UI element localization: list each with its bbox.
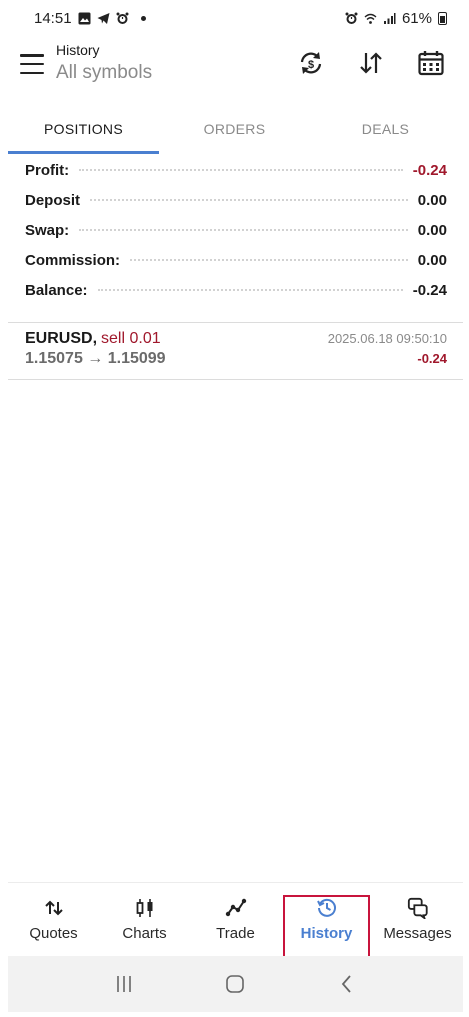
- summary-panel: Profit: -0.24 Deposit 0.00 Swap: 0.00 Co…: [25, 162, 447, 312]
- signal-icon: [383, 12, 396, 24]
- summary-row-deposit: Deposit 0.00: [25, 192, 447, 222]
- hamburger-icon: [20, 54, 44, 57]
- home-button[interactable]: [215, 964, 255, 1004]
- svg-text:$: $: [308, 59, 314, 71]
- deal-row[interactable]: EURUSD, sell 0.01 2025.06.18 09:50:10 1.1…: [25, 330, 447, 374]
- alarm-icon: [116, 12, 129, 24]
- nav-label: Charts: [122, 925, 167, 942]
- tab-orders[interactable]: ORDERS: [159, 104, 310, 154]
- summary-row-profit: Profit: -0.24: [25, 162, 447, 192]
- nav-label: Quotes: [29, 925, 78, 942]
- summary-label: Commission:: [25, 252, 121, 269]
- status-time: 14:51: [34, 9, 72, 27]
- refresh-button[interactable]: $: [296, 48, 326, 78]
- divider: [8, 322, 463, 323]
- status-right: 61%: [345, 10, 447, 27]
- summary-value: -0.24: [412, 162, 447, 179]
- status-left: 14:51: [34, 10, 146, 27]
- symbol-filter[interactable]: All symbols: [56, 60, 152, 86]
- nav-charts[interactable]: Charts: [99, 883, 190, 956]
- nav-history[interactable]: History: [281, 883, 372, 958]
- system-nav-bar: [8, 956, 463, 1012]
- deal-action: sell 0.01: [101, 330, 161, 347]
- summary-value: -0.24: [412, 282, 447, 299]
- calendar-button[interactable]: [416, 48, 446, 78]
- home-icon: [226, 975, 245, 993]
- app-header: History All symbols $: [0, 36, 469, 100]
- summary-value: 0.00: [417, 252, 447, 269]
- image-icon: [78, 12, 91, 24]
- alarm-icon: [345, 12, 358, 24]
- deal-prices: 1.15075 → 1.15099: [25, 350, 166, 367]
- nav-trade[interactable]: Trade: [190, 883, 281, 956]
- dotted-leader: [97, 289, 403, 291]
- nav-messages[interactable]: Messages: [372, 883, 463, 956]
- summary-label: Balance:: [25, 282, 88, 299]
- nav-label: Messages: [383, 925, 452, 942]
- dotted-leader: [79, 169, 403, 171]
- divider: [8, 379, 463, 380]
- header-titles[interactable]: History All symbols: [56, 42, 152, 86]
- summary-value: 0.00: [417, 222, 447, 239]
- summary-label: Deposit: [25, 192, 81, 209]
- page-title: History: [56, 42, 100, 58]
- summary-value: 0.00: [417, 192, 447, 209]
- bottom-nav: Quotes Charts Trade History Messages: [8, 882, 463, 958]
- deal-time: 2025.06.18 09:50:10: [327, 331, 447, 346]
- history-clock-icon: [316, 898, 336, 917]
- back-button[interactable]: [327, 964, 367, 1004]
- sort-icon: [360, 52, 382, 74]
- notification-dot: [140, 15, 146, 21]
- candlestick-icon: [136, 899, 152, 917]
- summary-row-commission: Commission: 0.00: [25, 252, 447, 282]
- tab-deals[interactable]: DEALS: [310, 104, 461, 154]
- nav-label: History: [300, 925, 353, 942]
- calendar-icon: [418, 51, 444, 76]
- nav-quotes[interactable]: Quotes: [8, 883, 99, 956]
- trade-line-icon: [225, 898, 246, 917]
- dotted-leader: [79, 229, 408, 231]
- telegram-icon: [97, 12, 110, 24]
- back-icon: [341, 975, 351, 993]
- summary-label: Swap:: [25, 222, 70, 239]
- status-bar: 14:51 61%: [0, 0, 469, 36]
- deal-symbol: EURUSD,: [25, 330, 98, 347]
- tab-positions[interactable]: POSITIONS: [8, 104, 159, 154]
- messages-icon: [407, 897, 428, 919]
- summary-row-swap: Swap: 0.00: [25, 222, 447, 252]
- dotted-leader: [130, 259, 408, 261]
- refresh-dollar-icon: $: [300, 52, 322, 74]
- recent-apps-button[interactable]: [104, 964, 144, 1004]
- deal-profit: -0.24: [417, 351, 447, 366]
- summary-label: Profit:: [25, 162, 70, 179]
- dotted-leader: [90, 199, 408, 201]
- history-tabs: POSITIONS ORDERS DEALS: [8, 104, 461, 154]
- quotes-arrows-icon: [44, 900, 63, 916]
- sort-button[interactable]: [356, 48, 386, 78]
- battery-percent: 61%: [401, 9, 432, 27]
- summary-row-balance: Balance: -0.24: [25, 282, 447, 312]
- battery-icon: [438, 11, 447, 25]
- nav-label: Trade: [216, 925, 255, 942]
- menu-button[interactable]: [20, 54, 44, 74]
- recent-apps-icon: [117, 976, 131, 992]
- wifi-icon: [364, 13, 377, 24]
